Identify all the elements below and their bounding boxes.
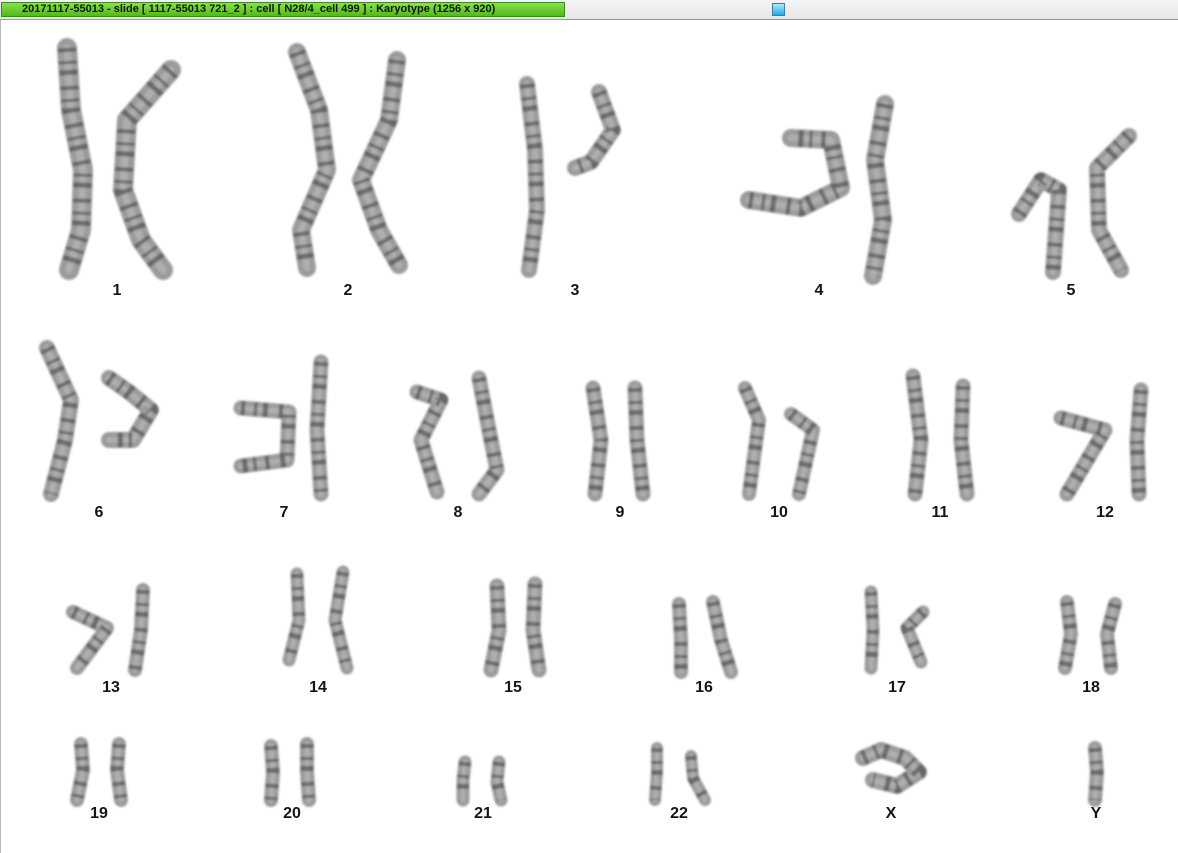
- chromosome-6-homolog-a: [39, 340, 79, 502]
- chromosome-20-homolog-a: [264, 739, 280, 807]
- chromosome-2-homolog-a: [288, 43, 336, 277]
- chromosome-11-homolog-b: [953, 378, 975, 502]
- chromosome-15-homolog-a: [483, 578, 507, 678]
- chromosome-label-6: 6: [94, 504, 104, 521]
- chromosome-2-homolog-b: [352, 51, 408, 274]
- chromosome-18-homolog-b: [1100, 597, 1122, 675]
- chromosome-12-homolog-b: [1129, 382, 1149, 502]
- chromosome-7-homolog-b: [309, 354, 329, 502]
- chromosome-9-homolog-b: [627, 380, 651, 502]
- chromosome-label-4: 4: [814, 282, 824, 299]
- chromosome-1-homolog-b: [113, 60, 181, 280]
- chromosome-20-homolog-b: [300, 737, 316, 807]
- chromosome-label-13: 13: [102, 679, 120, 696]
- chromosome-label-1: 1: [112, 282, 122, 299]
- karyotype-canvas: 1 2 3 4 5 6 7 8 9 10 11 12 13 14 15 16 17 18 19 20 21 22 X Y: [0, 20, 1178, 853]
- chromosome-17-homolog-b: [900, 605, 930, 669]
- chromosome-label-16: 16: [695, 679, 713, 696]
- chromosome-11-homolog-a: [905, 368, 929, 502]
- chromosome-3-homolog-b: [567, 84, 621, 176]
- chromosome-17-homolog-a: [864, 585, 880, 675]
- chromosome-label-9: 9: [615, 504, 625, 521]
- horizontal-scroll-thumb[interactable]: [772, 3, 785, 16]
- chromosome-6-homolog-b: [101, 370, 159, 448]
- chromosome-13-homolog-a: [66, 605, 114, 675]
- chromosome-label-11: 11: [931, 504, 949, 521]
- chromosome-label-14: 14: [309, 679, 327, 696]
- chromosome-label-21: 21: [474, 805, 492, 822]
- chromosome-22-homolog-a: [649, 742, 663, 806]
- karyotype-window: 20171117-55013 - slide [ 1117-55013 721_…: [0, 0, 1178, 853]
- chromosome-21-homolog-a: [456, 755, 472, 807]
- chromosome-21-homolog-b: [490, 755, 508, 807]
- window-title-tab[interactable]: 20171117-55013 - slide [ 1117-55013 721_…: [1, 2, 565, 17]
- chromosome-y-homolog-a: [1088, 741, 1104, 807]
- chromosome-22-homolog-b: [685, 750, 711, 806]
- chromosome-12-homolog-a: [1053, 410, 1113, 502]
- chromosome-4-homolog-b: [864, 95, 894, 285]
- chromosome-15-homolog-b: [525, 576, 547, 678]
- chromosome-label-2: 2: [343, 282, 353, 299]
- chromosome-3-homolog-a: [519, 76, 545, 278]
- chromosome-label-3: 3: [570, 282, 580, 299]
- chromosome-13-homolog-b: [128, 583, 150, 677]
- window-title: 20171117-55013 - slide [ 1117-55013 721_…: [22, 3, 496, 15]
- chromosome-label-8: 8: [453, 504, 463, 521]
- chromosome-label-10: 10: [770, 504, 788, 521]
- chromosome-1-homolog-a: [57, 38, 93, 280]
- chromosome-label-7: 7: [279, 504, 289, 521]
- chromosome-5-homolog-a: [1011, 172, 1067, 280]
- chromosome-16-homolog-a: [672, 597, 688, 679]
- chromosome-label-x: X: [885, 805, 897, 822]
- title-bar: 20171117-55013 - slide [ 1117-55013 721_…: [0, 0, 1178, 20]
- chromosome-19-homolog-a: [70, 737, 90, 807]
- chromosome-label-15: 15: [504, 679, 522, 696]
- chromosome-8-homolog-a: [409, 384, 449, 500]
- chromosome-label-5: 5: [1066, 282, 1076, 299]
- chromosome-8-homolog-b: [471, 370, 505, 502]
- chromosome-16-homolog-b: [706, 595, 738, 679]
- chromosome-5-homolog-b: [1089, 128, 1137, 278]
- chromosome-label-18: 18: [1082, 679, 1100, 696]
- chromosome-label-12: 12: [1096, 504, 1114, 521]
- chromosome-label-22: 22: [670, 805, 688, 822]
- chromosome-18-homolog-a: [1058, 595, 1078, 675]
- chromosome-label-17: 17: [888, 679, 906, 696]
- chromosome-14-homolog-a: [282, 567, 306, 667]
- chromosome-x-homolog-a: [855, 742, 927, 794]
- chromosome-19-homolog-b: [110, 737, 128, 807]
- chromosome-label-19: 19: [90, 805, 108, 822]
- chromosome-image: [39, 38, 1149, 807]
- chromosome-label-y: Y: [1090, 805, 1102, 822]
- chromosome-14-homolog-b: [328, 565, 354, 675]
- chromosome-10-homolog-a: [738, 381, 766, 501]
- chromosome-4-homolog-a: [740, 129, 850, 217]
- chromosome-10-homolog-b: [784, 407, 820, 501]
- chromosome-7-homolog-a: [233, 400, 297, 474]
- chromosome-9-homolog-a: [585, 380, 609, 502]
- chromosome-label-20: 20: [283, 805, 301, 822]
